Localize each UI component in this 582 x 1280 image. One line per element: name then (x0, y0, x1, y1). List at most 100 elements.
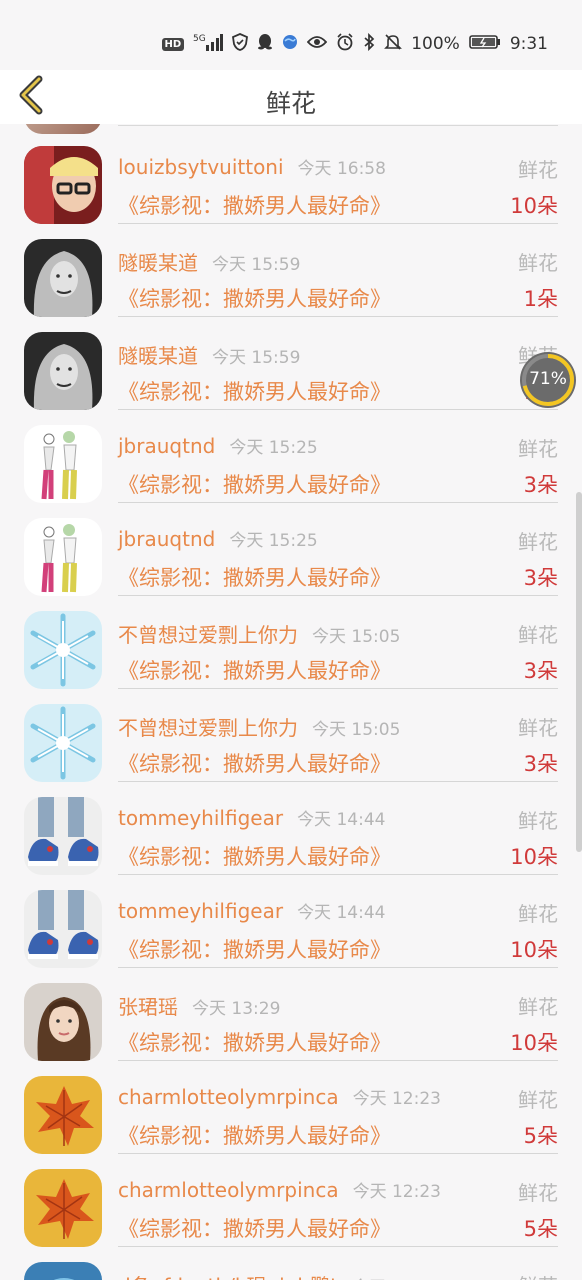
timestamp: 今天 13:29 (192, 999, 281, 1019)
user-name: louizbsytvuittoni 今天 16:58 (118, 155, 386, 179)
svg-text:5G: 5G (193, 34, 206, 44)
gift-record-list: louizbsytvuittoni 今天 16:58 鲜花 《综影视：撒娇男人最好命》… (0, 124, 582, 1280)
list-item[interactable]: charmlotteolymrpinca 今天 12:23 鲜花《综影视：撒娇男人最… (0, 1058, 582, 1154)
status-icons: HD 5G 100% 9:31 (161, 31, 548, 57)
timestamp: 今天 15:59 (212, 348, 301, 368)
flower-count: 10朵 (510, 194, 558, 218)
list-item[interactable]: jbrauqtnd 今天 15:25 鲜花 《综影视：撒娇男人最好命》 3朵 (0, 500, 582, 596)
list-item[interactable]: tommeyhilfigear 今天 14:44 鲜花 《综影视：撒娇男人最好命》 10… (0, 779, 582, 875)
timestamp: 今天 16:58 (297, 159, 386, 179)
avatar[interactable] (24, 1262, 102, 1280)
user-name: tommeyhilfigear 今天 14:44 (118, 899, 386, 923)
floating-progress-widget[interactable]: 71% (518, 350, 578, 410)
user-name: jbrauqtnd 今天 15:25 (118, 434, 318, 458)
list-item[interactable]: jbrauqtnd 今天 15:25 鲜花《综影视：撒娇男人最好命》 3朵 (0, 407, 582, 503)
book-title: 《综影视：撒娇男人最好命》 (118, 473, 391, 497)
book-title: 《综影视：撒娇男人最好命》 (118, 659, 391, 683)
flower-count: 5朵 (523, 1124, 558, 1148)
avatar[interactable] (24, 146, 102, 224)
list-item[interactable]: 隧暖某道今天 15:59 鲜花《综影视：撒娇男人最好命》 1朵 (0, 221, 582, 317)
gift-type: 鲜花 (518, 1181, 558, 1205)
hd-icon: HD (161, 37, 185, 51)
book-title: 《综影视：撒娇男人最好命》 (118, 380, 391, 404)
avatar[interactable] (24, 704, 102, 782)
scrollbar[interactable] (576, 492, 582, 852)
shield-icon (232, 32, 249, 56)
avatar[interactable] (24, 425, 102, 503)
battery-icon (469, 34, 501, 55)
bluetooth-icon (363, 32, 375, 56)
list-item[interactable]: louizbsytvuittoni 今天 16:58 鲜花《综影视：撒娇男人最好命》… (0, 128, 582, 224)
user-name: charmlotteolymrpinca 今天 12:23 (118, 1178, 441, 1202)
timestamp: 今天 15:05 (312, 627, 401, 647)
flower-count: 5朵 (523, 1217, 558, 1241)
timestamp: 今天 15:05 (312, 720, 401, 740)
book-title: 《综影视：撒娇男人最好命》 (118, 1124, 391, 1148)
book-title: 《综影视：撒娇男人最好命》 (118, 287, 391, 311)
timestamp: 今天 14:44 (297, 810, 386, 830)
mute-icon (384, 33, 403, 56)
avatar[interactable] (24, 611, 102, 689)
book-title: 《综影视：撒娇男人最好命》 (118, 845, 391, 869)
gift-type: 鲜花 (518, 1270, 558, 1280)
avatar[interactable] (24, 797, 102, 875)
list-item[interactable]: d条nfdeath/k珵nigh鹏t今天 12:06 鲜花 (0, 1244, 582, 1280)
flower-count: 1朵 (523, 287, 558, 311)
flower-count: 3朵 (523, 659, 558, 683)
flower-count: 10朵 (510, 938, 558, 962)
user-name: 隧暖某道 今天 15:59 (118, 251, 301, 275)
book-title: 《综影视：撒娇男人最好命》 (118, 1031, 391, 1055)
timestamp: 今天 15:25 (229, 438, 318, 458)
avatar[interactable] (24, 890, 102, 968)
book-title: 《综影视：撒娇男人最好命》 (118, 194, 391, 218)
book-title: 《综影视：撒娇男人最好命》 (118, 752, 391, 776)
gift-type: 鲜花 (518, 716, 558, 740)
book-title: 《综影视：撒娇男人最好命》 (118, 938, 391, 962)
list-item[interactable]: tommeyhilfigear 今天 14:44 鲜花《综影视：撒娇男人最好命》 10… (0, 872, 582, 968)
avatar[interactable] (24, 332, 102, 410)
gift-type: 鲜花 (518, 1088, 558, 1112)
list-item[interactable]: 不曾想过爱剽上你力 今天 15:05 鲜花 《综影视：撒娇男人最好命》 3朵 (0, 686, 582, 782)
clock: 9:31 (509, 34, 548, 54)
gift-type: 鲜花 (518, 158, 558, 182)
list-item[interactable]: 张珺瑶 今天 13:29 鲜花 《综影视：撒娇男人最好命》 10朵 (0, 965, 582, 1061)
eye-icon (306, 34, 328, 54)
divider (118, 125, 558, 126)
user-name: d条nfdeath/k珵nigh鹏t今天 12:06 (118, 1270, 440, 1280)
flower-count: 10朵 (510, 845, 558, 869)
book-title: 《综影视：撒娇男人最好命》 (118, 1217, 391, 1241)
avatar[interactable] (24, 983, 102, 1061)
flower-count: 3朵 (523, 566, 558, 590)
qq-icon (257, 33, 273, 56)
list-item[interactable]: 隧暖某道今天 15:59鲜花《综影视：撒娇男人最好命》1朵 (0, 314, 582, 410)
timestamp: 今天 12:23 (352, 1182, 441, 1202)
gift-type: 鲜花 (518, 623, 558, 647)
gift-type: 鲜花 (518, 902, 558, 926)
alarm-icon (336, 32, 354, 56)
battery-percent: 100% (411, 34, 460, 54)
user-name: 张珺瑶 今天 13:29 (118, 995, 281, 1019)
gift-type: 鲜花 (518, 251, 558, 275)
list-item[interactable]: 不曾想过爱剽上你力 今天 15:05 鲜花 《综影视：撒娇男人最好命》 3朵 (0, 593, 582, 689)
gift-type: 鲜花 (518, 530, 558, 554)
gift-type: 鲜花 (518, 437, 558, 461)
avatar[interactable] (24, 239, 102, 317)
user-name: 不曾想过爱剽上你力 今天 15:05 (118, 716, 401, 740)
list-item[interactable]: charmlotteolymrpinca 今天 12:23 鲜花《综影视：撒娇男人最… (0, 1151, 582, 1247)
avatar[interactable] (24, 1076, 102, 1154)
avatar[interactable] (24, 518, 102, 596)
timestamp: 今天 15:59 (212, 255, 301, 275)
status-bar: HD 5G 100% 9:31 (0, 0, 582, 70)
globe-icon (282, 34, 298, 55)
signal-icon: 5G (193, 32, 224, 57)
user-name: jbrauqtnd 今天 15:25 (118, 527, 318, 551)
flower-count: 10朵 (510, 1031, 558, 1055)
timestamp: 今天 15:25 (229, 531, 318, 551)
user-name: charmlotteolymrpinca 今天 12:23 (118, 1085, 441, 1109)
timestamp: 今天 14:44 (297, 903, 386, 923)
timestamp: 今天 12:23 (352, 1089, 441, 1109)
gift-type: 鲜花 (518, 809, 558, 833)
user-name: 隧暖某道 今天 15:59 (118, 344, 301, 368)
avatar[interactable] (24, 1169, 102, 1247)
flower-count: 3朵 (523, 473, 558, 497)
